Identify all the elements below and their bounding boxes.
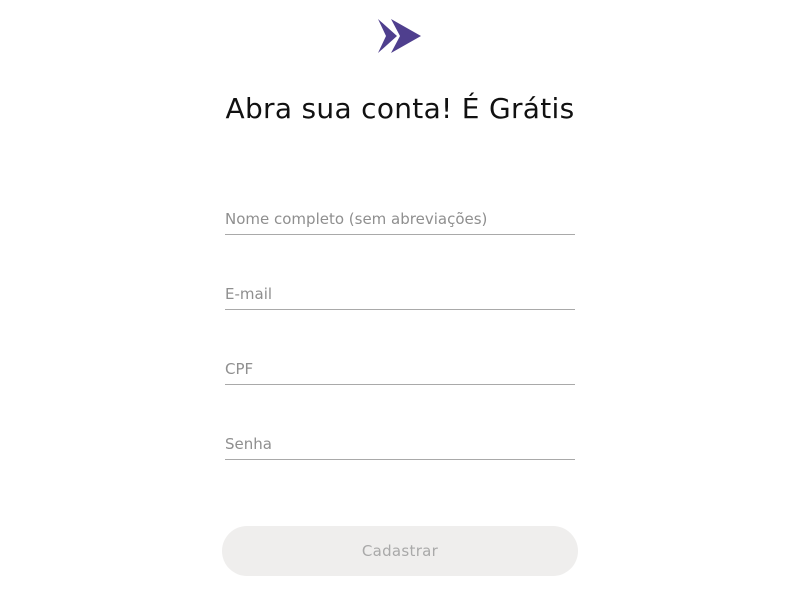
cpf-input[interactable]	[225, 360, 575, 378]
page-title: Abra sua conta! É Grátis	[225, 92, 575, 125]
email-field	[225, 275, 575, 310]
brand-logo	[378, 19, 422, 53]
double-chevron-right-icon	[378, 19, 421, 53]
submit-button[interactable]: Cadastrar	[222, 526, 578, 576]
password-input[interactable]	[225, 435, 575, 453]
password-field	[225, 425, 575, 460]
email-input[interactable]	[225, 285, 575, 303]
full-name-input[interactable]	[225, 210, 575, 228]
full-name-field	[225, 200, 575, 235]
cpf-field	[225, 350, 575, 385]
signup-page: Abra sua conta! É Grátis Cadastrar	[0, 0, 800, 600]
